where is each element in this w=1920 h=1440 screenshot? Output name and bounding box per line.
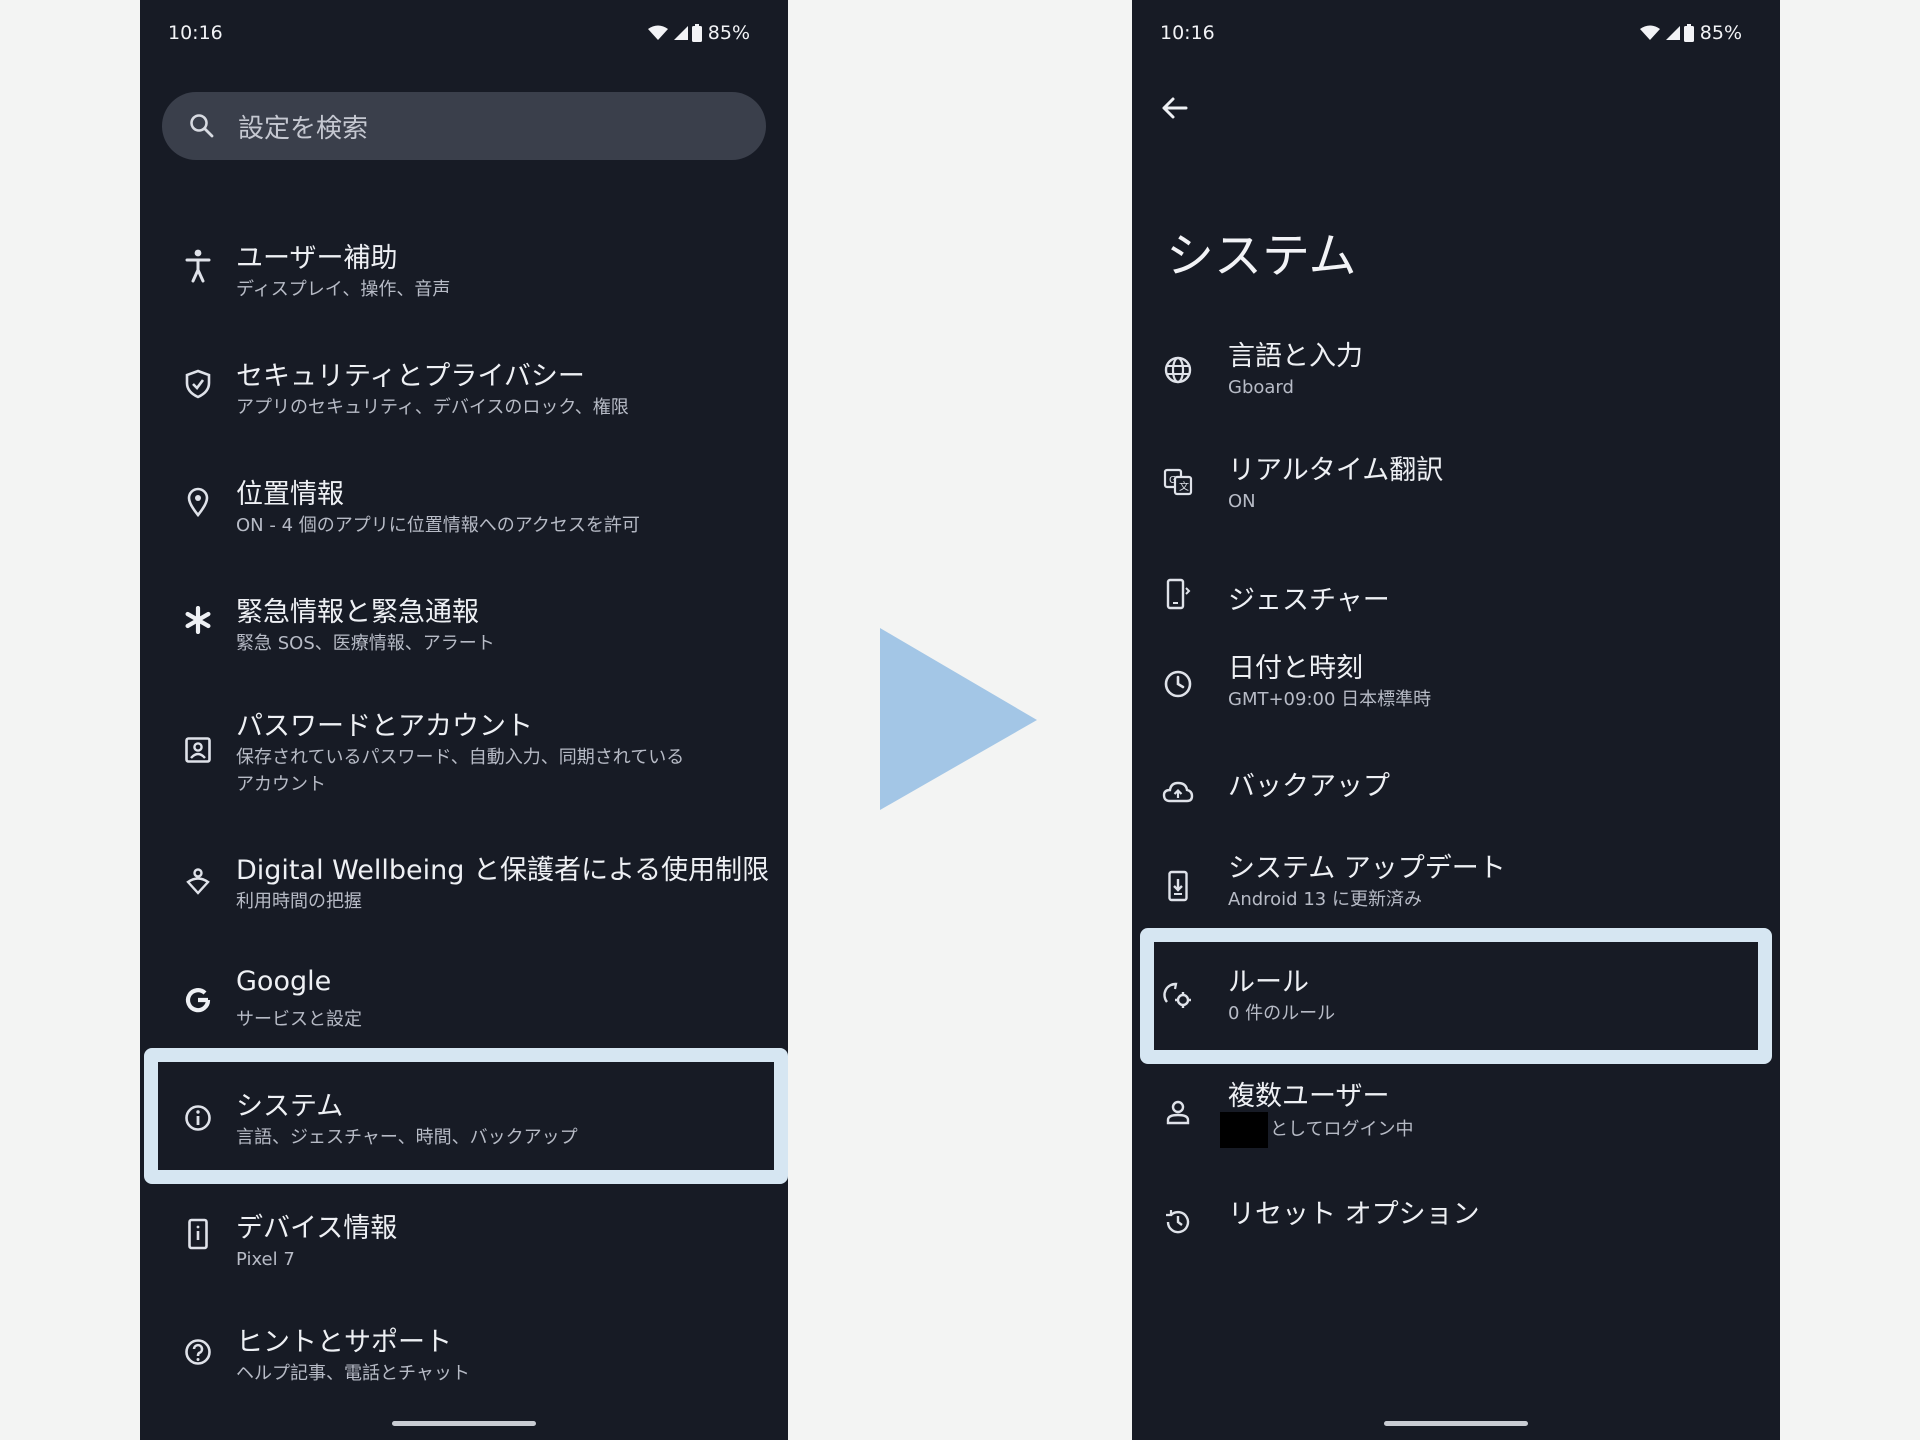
- cloud-upload-icon: [1158, 772, 1198, 812]
- settings-item-accessibility[interactable]: ユーザー補助 ディスプレイ、操作、音声: [140, 228, 788, 320]
- globe-icon: [1158, 350, 1198, 390]
- system-item-live-translate[interactable]: G文 リアルタイム翻訳 ON: [1132, 440, 1780, 536]
- status-icons: 85%: [1639, 22, 1742, 44]
- system-item-multiple-users[interactable]: 複数ユーザー としてログイン中: [1132, 1068, 1780, 1168]
- item-subtitle: ON - 4 個のアプリに位置情報へのアクセスを許可: [236, 515, 640, 536]
- item-subtitle-line2: アカウント: [236, 774, 326, 795]
- system-item-gestures[interactable]: ジェスチャー: [1132, 550, 1780, 640]
- highlight-frame-system: [144, 1048, 788, 1184]
- status-bar: 10:16 85%: [140, 0, 788, 70]
- clock-icon: [1158, 664, 1198, 704]
- shield-check-icon: [178, 364, 218, 404]
- settings-item-google[interactable]: Google サービスと設定: [140, 962, 788, 1054]
- item-title: パスワードとアカウント: [236, 711, 533, 742]
- settings-item-tips-support[interactable]: ヒントとサポート ヘルプ記事、電話とチャット: [140, 1312, 788, 1404]
- battery-icon: [691, 24, 702, 42]
- gesture-phone-icon: [1158, 574, 1198, 614]
- wifi-icon: [647, 25, 668, 40]
- item-title: Google: [236, 966, 332, 997]
- svg-text:文: 文: [1179, 480, 1189, 493]
- svg-text:G: G: [1169, 475, 1177, 486]
- wifi-icon: [1639, 25, 1660, 40]
- system-item-backup[interactable]: バックアップ: [1132, 750, 1780, 840]
- google-g-icon: [178, 980, 218, 1020]
- page-title: システム: [1166, 228, 1357, 284]
- wellbeing-icon: [178, 862, 218, 902]
- person-icon: [1158, 1092, 1198, 1132]
- item-title: 日付と時刻: [1228, 653, 1363, 684]
- item-subtitle: 利用時間の把握: [236, 891, 362, 912]
- gesture-nav-bar[interactable]: [392, 1421, 536, 1426]
- system-item-system-update[interactable]: システム アップデート Android 13 に更新済み: [1132, 842, 1780, 938]
- signal-icon: [1665, 26, 1680, 40]
- item-title: ユーザー補助: [236, 243, 398, 274]
- item-title: 緊急情報と緊急通報: [236, 597, 479, 628]
- play-arrow-icon: [880, 628, 1037, 810]
- signal-icon: [673, 26, 688, 40]
- item-subtitle: ON: [1228, 491, 1256, 512]
- item-subtitle: サービスと設定: [236, 1009, 362, 1030]
- highlight-frame-rules: [1140, 928, 1772, 1064]
- status-time: 10:16: [1160, 22, 1215, 44]
- search-bar[interactable]: 設定を検索: [162, 92, 766, 160]
- item-subtitle: GMT+09:00 日本標準時: [1228, 689, 1432, 710]
- settings-item-emergency[interactable]: 緊急情報と緊急通報 緊急 SOS、医療情報、アラート: [140, 582, 788, 674]
- item-subtitle: ヘルプ記事、電話とチャット: [236, 1363, 470, 1384]
- redacted-username: [1220, 1112, 1268, 1148]
- system-item-languages-input[interactable]: 言語と入力 Gboard: [1132, 328, 1780, 424]
- system-item-date-time[interactable]: 日付と時刻 GMT+09:00 日本標準時: [1132, 642, 1780, 738]
- location-pin-icon: [178, 482, 218, 522]
- translate-icon: G文: [1158, 462, 1198, 502]
- item-subtitle: 保存されているパスワード、自動入力、同期されている: [236, 747, 685, 768]
- accessibility-icon: [178, 246, 218, 286]
- item-title: Digital Wellbeing と保護者による使用制限: [236, 855, 770, 886]
- help-circle-icon: [178, 1332, 218, 1372]
- item-subtitle: 緊急 SOS、医療情報、アラート: [236, 633, 495, 654]
- item-subtitle: Gboard: [1228, 377, 1294, 398]
- account-box-icon: [178, 730, 218, 770]
- settings-item-location[interactable]: 位置情報 ON - 4 個のアプリに位置情報へのアクセスを許可: [140, 464, 788, 556]
- search-icon: [190, 114, 214, 138]
- phone-info-icon: [178, 1214, 218, 1254]
- status-bar: 10:16 85%: [1132, 0, 1780, 70]
- item-subtitle: アプリのセキュリティ、デバイスのロック、権限: [236, 397, 629, 418]
- gesture-nav-bar[interactable]: [1384, 1421, 1528, 1426]
- item-title: 複数ユーザー: [1228, 1081, 1390, 1112]
- settings-item-digital-wellbeing[interactable]: Digital Wellbeing と保護者による使用制限 利用時間の把握: [140, 844, 788, 936]
- item-title: 位置情報: [236, 479, 344, 510]
- settings-item-security[interactable]: セキュリティとプライバシー アプリのセキュリティ、デバイスのロック、権限: [140, 346, 788, 438]
- item-subtitle: ディスプレイ、操作、音声: [236, 279, 451, 300]
- item-subtitle: Android 13 に更新済み: [1228, 889, 1422, 910]
- item-subtitle: としてログイン中: [1270, 1119, 1414, 1140]
- item-title: 言語と入力: [1228, 341, 1363, 372]
- search-placeholder: 設定を検索: [238, 114, 369, 144]
- item-subtitle: Pixel 7: [236, 1249, 295, 1270]
- settings-screen: 10:16 85% 設定を検索 ユーザー補助 ディスプレイ、操作、音声 セキュリ…: [140, 0, 788, 1440]
- item-title: ヒントとサポート: [236, 1327, 452, 1358]
- item-title: ジェスチャー: [1228, 585, 1390, 616]
- status-time: 10:16: [168, 22, 223, 44]
- status-icons: 85%: [647, 22, 750, 44]
- item-title: デバイス情報: [236, 1213, 398, 1244]
- item-title: システム アップデート: [1228, 853, 1506, 884]
- battery-percent: 85%: [707, 22, 750, 44]
- history-icon: [1158, 1202, 1198, 1242]
- system-item-reset-options[interactable]: リセット オプション: [1132, 1180, 1780, 1266]
- asterisk-icon: [178, 600, 218, 640]
- system-update-icon: [1158, 866, 1198, 906]
- system-settings-screen: 10:16 85% システム 言語と入力 Gboard G文 リアルタイム翻訳 …: [1132, 0, 1780, 1440]
- item-title: バックアップ: [1228, 771, 1390, 802]
- item-subtitle-wrap: としてログイン中: [1220, 1112, 1413, 1148]
- battery-icon: [1683, 24, 1694, 42]
- settings-item-passwords[interactable]: パスワードとアカウント 保存されているパスワード、自動入力、同期されている アカ…: [140, 698, 788, 818]
- settings-item-device-info[interactable]: デバイス情報 Pixel 7: [140, 1196, 788, 1288]
- battery-percent: 85%: [1699, 22, 1742, 44]
- item-title: リセット オプション: [1228, 1199, 1480, 1230]
- back-arrow-icon[interactable]: [1156, 90, 1192, 126]
- item-title: リアルタイム翻訳: [1228, 455, 1444, 486]
- item-title: セキュリティとプライバシー: [236, 361, 585, 392]
